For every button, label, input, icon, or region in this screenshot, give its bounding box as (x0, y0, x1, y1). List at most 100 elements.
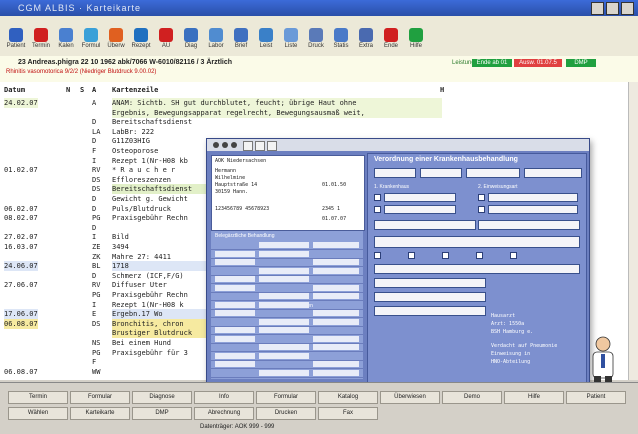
form-grid-cell[interactable] (215, 276, 255, 282)
checkbox-4[interactable] (478, 206, 485, 213)
form-field-o[interactable] (374, 306, 486, 316)
checkbox-7[interactable] (442, 252, 449, 259)
col-n[interactable]: N (66, 86, 70, 94)
form-field-e[interactable] (384, 193, 456, 202)
footer-button-row2-4[interactable]: Drucken (256, 407, 316, 420)
toolbar-button-15[interactable]: Ende (381, 28, 401, 54)
footer-button-row2-1[interactable]: Karteikarte (70, 407, 130, 420)
print-icon[interactable] (243, 141, 253, 151)
table-row[interactable]: 24.02.07 A ANAM: Sichtb. SH gut durchblute… (0, 98, 628, 108)
forward-icon[interactable] (222, 142, 228, 148)
form-grid-cell[interactable] (215, 250, 255, 257)
footer-button-8[interactable]: Hilfe (504, 391, 564, 404)
form-field-i[interactable] (374, 220, 476, 230)
form-field-g[interactable] (384, 205, 456, 214)
form-grid-cell[interactable] (313, 310, 359, 316)
form-grid-cell[interactable] (215, 335, 255, 342)
toolbar-button-4[interactable]: Überw (106, 28, 126, 54)
doctor-mascot-icon[interactable] (586, 332, 620, 384)
checkbox-8[interactable] (476, 252, 483, 259)
form-grid-cell[interactable] (259, 250, 309, 257)
footer-button-row2-3[interactable]: Abrechnung (194, 407, 254, 420)
form-field-a[interactable] (374, 168, 416, 178)
form-grid-cell[interactable] (259, 318, 309, 325)
col-karte[interactable]: Kartenzeile (112, 86, 158, 94)
form-grid-cell[interactable] (259, 327, 309, 333)
form-grid-cell[interactable] (313, 267, 359, 274)
menu-bar[interactable] (0, 16, 638, 26)
toolbar-button-11[interactable]: Liste (281, 28, 301, 54)
col-extra[interactable]: H (440, 86, 444, 94)
form-grid-cell[interactable] (313, 293, 359, 299)
toolbar-button-5[interactable]: Rezept (131, 28, 151, 54)
form-grid-cell[interactable] (259, 242, 309, 248)
form-grid-cell[interactable] (215, 310, 255, 316)
form-grid-cell[interactable] (215, 352, 255, 359)
form-field-c[interactable] (466, 168, 520, 178)
form-field-m[interactable] (374, 278, 486, 288)
footer-button-row2-2[interactable]: DMP (132, 407, 192, 420)
form-grid-cell[interactable] (259, 293, 309, 299)
form-field-k[interactable] (374, 236, 580, 248)
form-grid-cell[interactable] (313, 335, 359, 342)
patient-name[interactable]: 23 Andreas.phigra 22 10 1962 abk/7066 W-… (18, 59, 232, 66)
col-datum[interactable]: Datum (4, 86, 25, 94)
footer-button-2[interactable]: Diagnose (132, 391, 192, 404)
form-field-b[interactable] (420, 168, 462, 178)
toolbar-button-3[interactable]: Formul (81, 28, 101, 54)
form-grid-cell[interactable] (215, 301, 255, 308)
footer-button-3[interactable]: Info (194, 391, 254, 404)
checkbox-5[interactable] (374, 252, 381, 259)
form-grid-cell[interactable] (313, 318, 359, 325)
toolbar-button-1[interactable]: Termin (31, 28, 51, 54)
form-grid-cell[interactable] (259, 344, 309, 350)
status-badge-2[interactable]: Ausw. 01.07.5 (514, 59, 562, 67)
form-grid-cell[interactable] (259, 352, 309, 359)
close-window-button[interactable] (621, 2, 634, 15)
footer-button-row2-5[interactable]: Fax (318, 407, 378, 420)
toolbar-button-10[interactable]: Leist (256, 28, 276, 54)
footer-button-4[interactable]: Formular (256, 391, 316, 404)
form-field-d[interactable] (524, 168, 582, 178)
form-grid-cell[interactable] (215, 327, 255, 333)
form-field-j[interactable] (478, 220, 580, 230)
form-grid-cell[interactable] (215, 284, 255, 291)
status-badge-1[interactable]: Ende ab 01 (472, 59, 512, 67)
footer-button-9[interactable]: Patient (566, 391, 626, 404)
toolbar-button-14[interactable]: Extra (356, 28, 376, 54)
stop-icon[interactable] (231, 142, 237, 148)
vertical-scrollbar[interactable] (628, 82, 638, 380)
table-row[interactable]: LA LabBr: 222 (0, 127, 628, 137)
footer-button-6[interactable]: Überwiesen (380, 391, 440, 404)
footer-button-7[interactable]: Demo (442, 391, 502, 404)
form-grid-cell[interactable] (259, 267, 309, 274)
checkbox-2[interactable] (478, 194, 485, 201)
footer-button-1[interactable]: Formular (70, 391, 130, 404)
table-row[interactable]: Ergebnis, Bewegungsapparat regelrecht, B… (0, 107, 628, 118)
form-grid-cell[interactable] (313, 242, 359, 248)
save-icon[interactable] (255, 141, 265, 151)
checkbox-3[interactable] (374, 206, 381, 213)
toolbar-button-2[interactable]: Kalen (56, 28, 76, 54)
form-grid-cell[interactable] (215, 259, 255, 265)
toolbar-button-0[interactable]: Patient (6, 28, 26, 54)
form-grid-cell[interactable] (313, 344, 359, 350)
checkbox-1[interactable] (374, 194, 381, 201)
form-grid-cell[interactable] (313, 259, 359, 265)
toolbar-button-9[interactable]: Brief (231, 28, 251, 54)
toolbar-button-8[interactable]: Labor (206, 28, 226, 54)
checkbox-9[interactable] (510, 252, 517, 259)
form-field-n[interactable] (374, 292, 486, 302)
minimize-button[interactable] (591, 2, 604, 15)
footer-button-row2-0[interactable]: Wählen (8, 407, 68, 420)
back-icon[interactable] (213, 142, 219, 148)
form-grid-cell[interactable] (313, 284, 359, 291)
form-grid-cell[interactable] (215, 361, 255, 367)
maximize-button[interactable] (606, 2, 619, 15)
status-badge-3[interactable]: DMP (566, 59, 596, 67)
toolbar-button-12[interactable]: Druck (306, 28, 326, 54)
form-field-f[interactable] (488, 193, 578, 202)
toolbar-button-13[interactable]: Statis (331, 28, 351, 54)
col-s[interactable]: S (80, 86, 84, 94)
footer-button-0[interactable]: Termin (8, 391, 68, 404)
